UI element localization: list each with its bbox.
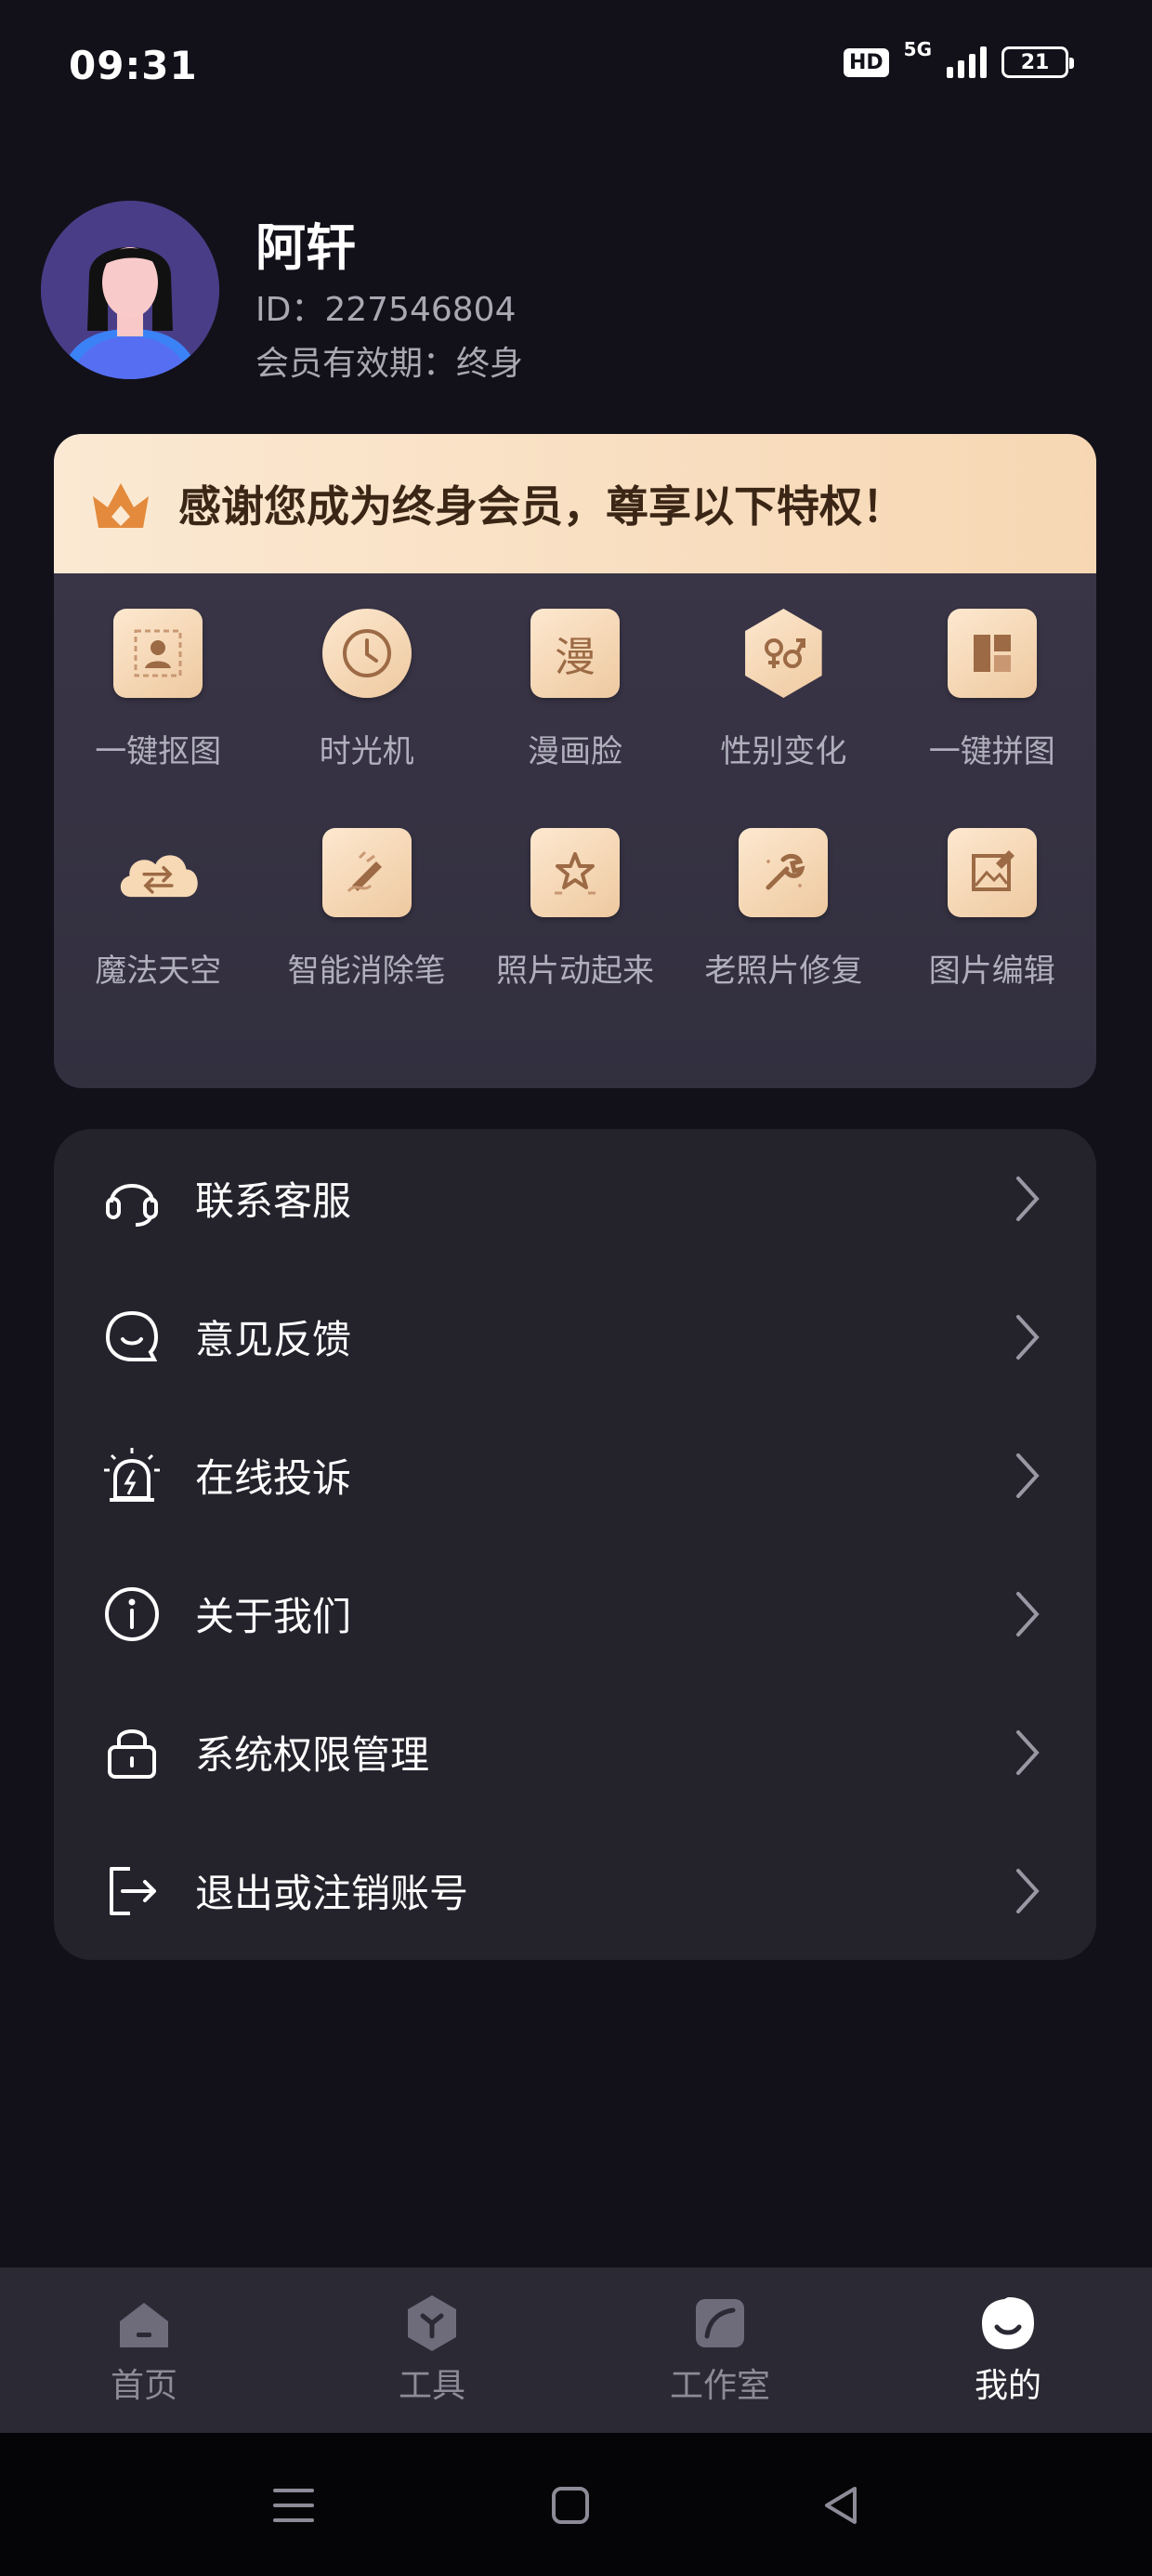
vip-banner: 感谢您成为终身会员，尊享以下特权！ [54, 434, 1096, 573]
chevron-right-icon [1016, 1591, 1040, 1636]
privilege-grid: 一键抠图 时光机 漫 漫画脸 性别变化 一键拼图 魔法天空 智能消除笔 照片动起… [54, 573, 1096, 1047]
chevron-right-icon [1016, 1868, 1040, 1913]
chevron-right-icon [1016, 1314, 1040, 1360]
privilege-comic-face[interactable]: 漫 漫画脸 [471, 609, 679, 828]
menu-lines-icon[interactable] [269, 2481, 318, 2530]
nav-tab-mine[interactable]: 我的 [864, 2267, 1152, 2433]
nav-tab-home[interactable]: 首页 [0, 2267, 288, 2433]
privilege-animate-photo[interactable]: 照片动起来 [471, 828, 679, 1047]
membership-validity: 会员有效期：终身 [255, 345, 524, 383]
privilege-label: 图片编辑 [928, 953, 1055, 990]
privilege-old-photo-repair[interactable]: 老照片修复 [679, 828, 887, 1047]
hd-voice-icon: HD [843, 47, 889, 77]
privilege-portrait-cutout[interactable]: 一键抠图 [54, 609, 262, 828]
privilege-label: 一键拼图 [928, 733, 1055, 770]
tools-icon [408, 2295, 456, 2351]
bottom-nav: 首页 工具 工作室 我的 [0, 2267, 1152, 2433]
menu-item-about-us[interactable]: 关于我们 [54, 1544, 1096, 1683]
clock-icon [321, 609, 412, 698]
comic-face-icon: 漫 [530, 609, 620, 698]
privilege-label: 魔法天空 [95, 953, 222, 990]
avatar[interactable] [41, 201, 219, 379]
menu-label: 系统权限管理 [195, 1732, 430, 1778]
privilege-label: 一键抠图 [95, 733, 222, 770]
nav-label: 工具 [398, 2367, 465, 2405]
animate-photo-icon [530, 828, 620, 917]
privilege-label: 性别变化 [720, 733, 847, 770]
status-indicators: HD 5G 21 [843, 38, 1074, 78]
nav-tab-studio[interactable]: 工作室 [576, 2267, 864, 2433]
menu-label: 在线投诉 [195, 1455, 352, 1501]
network-type-label: 5G [903, 38, 932, 60]
privilege-label: 老照片修复 [704, 953, 863, 990]
lock-icon [108, 1728, 156, 1779]
menu-item-feedback[interactable]: 意见反馈 [54, 1268, 1096, 1406]
status-bar: 09:31 HD 5G 21 [0, 0, 1152, 130]
chevron-right-icon [1016, 1176, 1040, 1221]
studio-icon [696, 2299, 744, 2347]
privilege-label: 智能消除笔 [287, 953, 446, 990]
user-id: ID：227546804 [255, 291, 517, 329]
system-nav-bar [0, 2433, 1152, 2576]
image-edit-icon [947, 828, 1037, 917]
privilege-label: 时光机 [319, 733, 414, 770]
menu-item-logout[interactable]: 退出或注销账号 [54, 1821, 1096, 1960]
status-time: 09:31 [69, 43, 198, 88]
menu-label: 关于我们 [195, 1594, 352, 1639]
crown-icon [93, 483, 149, 528]
collage-icon [947, 609, 1037, 698]
privilege-magic-sky[interactable]: 魔法天空 [54, 828, 262, 1047]
logout-icon [110, 1866, 156, 1915]
battery-icon: 21 [1001, 46, 1074, 78]
privilege-image-edit[interactable]: 图片编辑 [888, 828, 1096, 1047]
settings-menu: 联系客服 意见反馈 在线投诉 关于我们 系统权限管理 退出或注销账号 [54, 1129, 1096, 1960]
privilege-label: 漫画脸 [527, 733, 622, 770]
menu-item-complaint[interactable]: 在线投诉 [54, 1406, 1096, 1544]
eraser-pen-icon [321, 828, 412, 917]
back-triangle-icon[interactable] [818, 2481, 866, 2530]
menu-item-permissions[interactable]: 系统权限管理 [54, 1683, 1096, 1821]
nav-label: 工作室 [669, 2367, 770, 2405]
menu-label: 意见反馈 [195, 1317, 352, 1362]
vip-privileges-card: 感谢您成为终身会员，尊享以下特权！ 一键抠图 时光机 漫 漫画脸 性别变化 一键… [54, 434, 1096, 1088]
portrait-cutout-icon [113, 609, 203, 698]
user-name: 阿轩 [255, 218, 356, 277]
privilege-time-machine[interactable]: 时光机 [262, 609, 470, 828]
privilege-eraser-pen[interactable]: 智能消除笔 [262, 828, 470, 1047]
menu-item-contact-support[interactable]: 联系客服 [54, 1129, 1096, 1268]
privilege-gender-swap[interactable]: 性别变化 [679, 609, 887, 828]
menu-label: 退出或注销账号 [195, 1871, 469, 1916]
feedback-bubble-icon [105, 1310, 159, 1361]
home-square-icon[interactable] [546, 2481, 595, 2530]
alarm-icon [104, 1447, 160, 1502]
photo-repair-icon [739, 828, 829, 917]
signal-strength-icon [947, 46, 987, 78]
info-icon [105, 1586, 159, 1641]
chevron-right-icon [1016, 1729, 1040, 1775]
headset-icon [106, 1183, 158, 1227]
profile-smile-icon [982, 2297, 1034, 2349]
privilege-collage[interactable]: 一键拼图 [888, 609, 1096, 828]
home-icon [120, 2303, 168, 2347]
privilege-label: 照片动起来 [495, 953, 654, 990]
avatar-illustration [41, 201, 219, 379]
magic-sky-cloud-icon [113, 828, 203, 917]
nav-tab-tools[interactable]: 工具 [288, 2267, 576, 2433]
vip-banner-text: 感谢您成为终身会员，尊享以下特权！ [178, 481, 905, 532]
gender-swap-icon [745, 609, 822, 698]
nav-label: 首页 [110, 2367, 177, 2405]
nav-label: 我的 [974, 2367, 1041, 2405]
menu-label: 联系客服 [195, 1178, 352, 1224]
chevron-right-icon [1016, 1452, 1040, 1498]
